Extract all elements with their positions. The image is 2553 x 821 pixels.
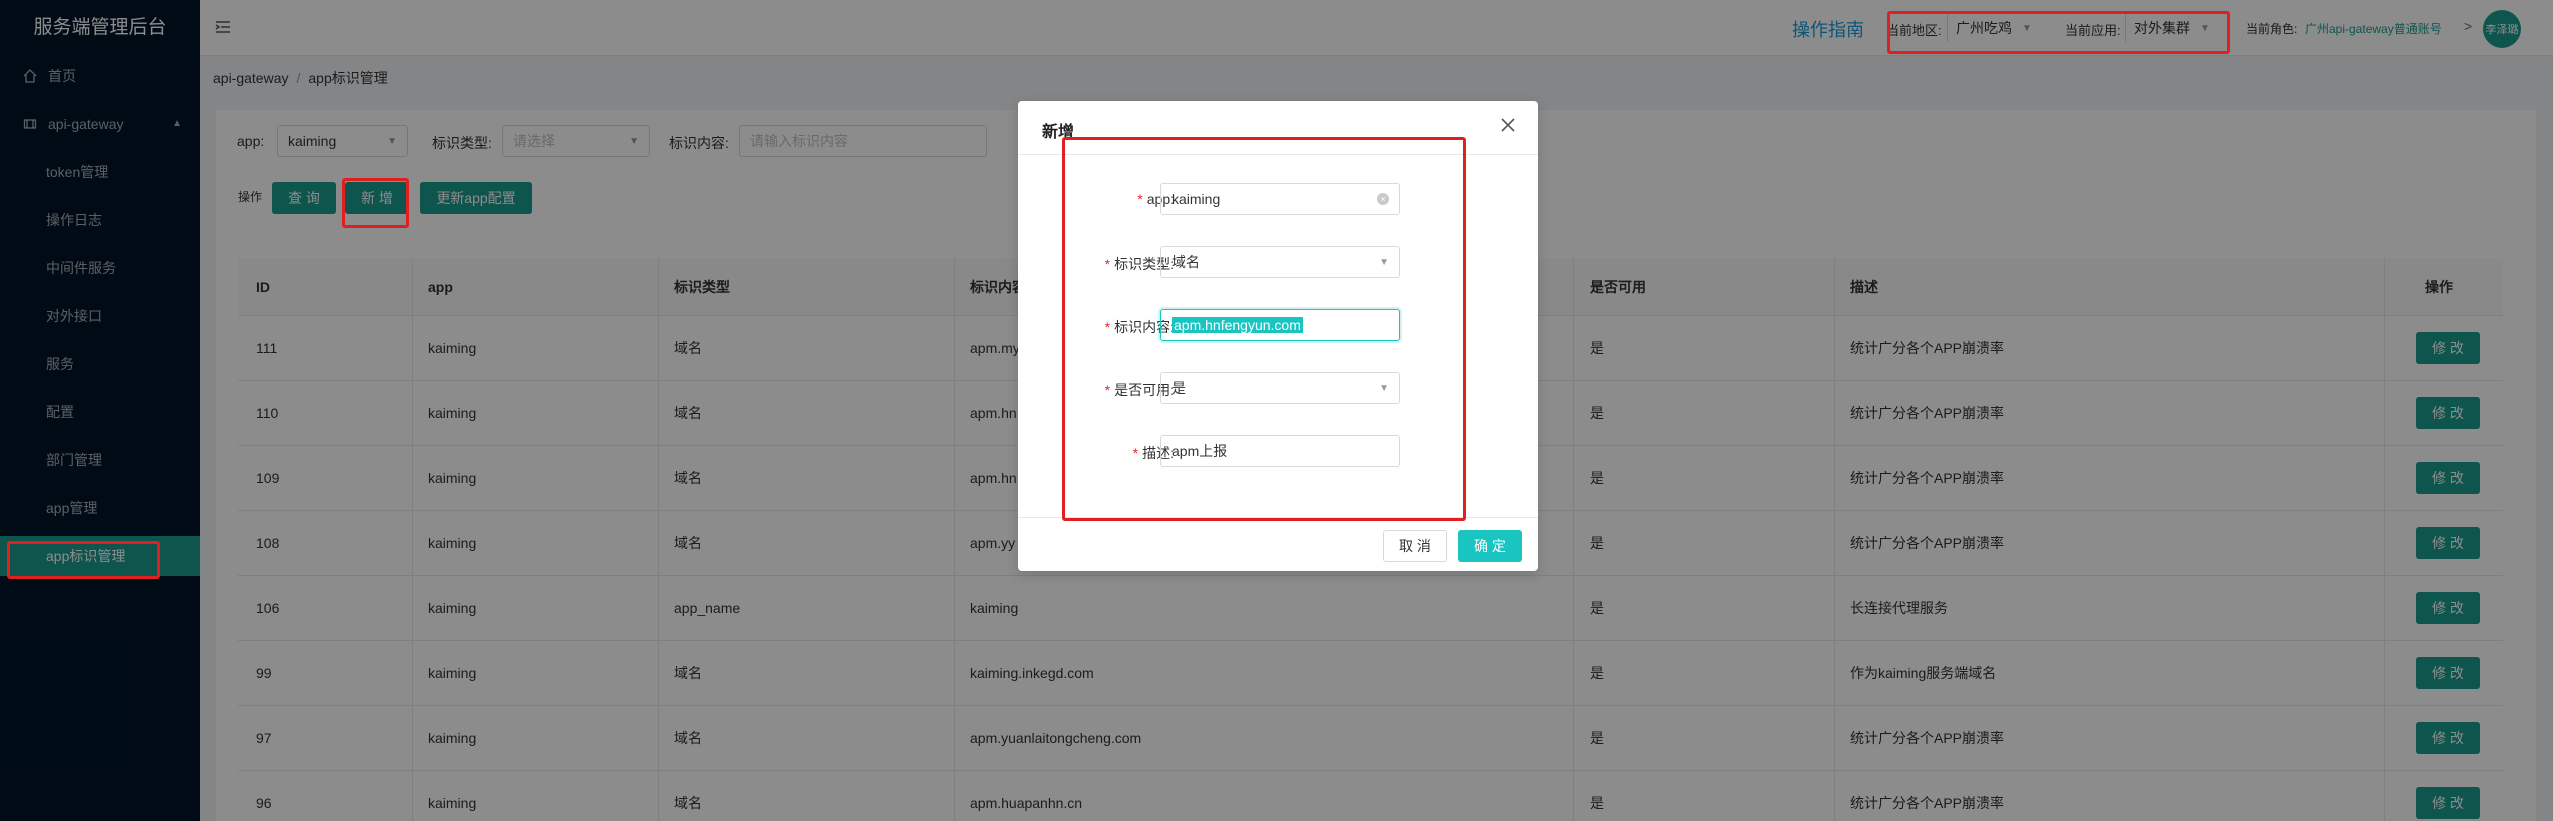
modal-footer: 取 消 确 定 [1018,517,1538,571]
annotation-box-header [1887,11,2230,54]
close-icon[interactable] [1496,113,1520,137]
annotation-box-add-button [342,178,409,228]
annotation-box-modal-form [1062,137,1466,521]
annotation-box-sidebar [7,541,160,579]
confirm-button[interactable]: 确 定 [1458,530,1522,562]
cancel-button[interactable]: 取 消 [1383,530,1447,562]
